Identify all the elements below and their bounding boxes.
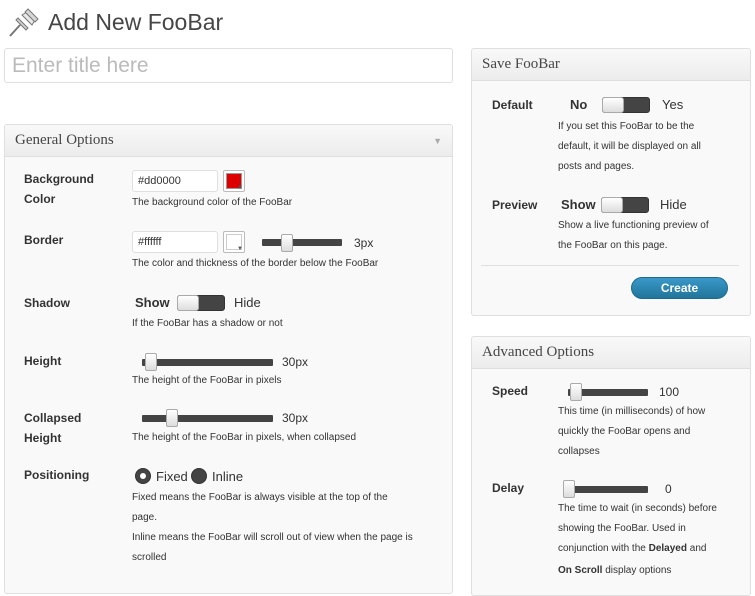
border-color-swatch[interactable]: ▼ [223, 231, 245, 253]
shadow-hide-option[interactable]: Hide [234, 293, 261, 313]
preview-hide-option[interactable]: Hide [660, 195, 687, 215]
height-desc: The height of the FooBar in pixels [132, 375, 282, 386]
shadow-toggle-track[interactable] [177, 295, 225, 311]
default-desc-2: default, it will be displayed on all [558, 141, 701, 152]
preview-desc-1: Show a live functioning preview of [558, 220, 709, 231]
delay-desc-3: conjunction with the Delayed and [558, 539, 706, 559]
positioning-desc-2: page. [132, 512, 158, 523]
preview-toggle[interactable]: Show Hide [561, 195, 701, 215]
save-foobar-box: Save FooBar [471, 48, 751, 316]
delay-desc-3-post: and [686, 543, 707, 554]
collapsed-height-desc: The height of the FooBar in pixels, when… [132, 432, 357, 443]
preview-label: Preview [492, 198, 538, 212]
save-box-divider [481, 265, 739, 266]
speed-slider-handle[interactable] [570, 383, 582, 401]
save-foobar-title: Save FooBar [482, 56, 560, 72]
speed-desc-1: This time (in milliseconds) of how [558, 406, 706, 417]
background-color-input[interactable]: #dd0000 [132, 170, 218, 192]
border-thickness-slider[interactable] [262, 239, 342, 246]
border-label: Border [24, 233, 64, 247]
default-toggle-track[interactable] [602, 97, 650, 113]
delay-desc-4: On Scroll display options [558, 561, 671, 581]
shadow-toggle-knob[interactable] [177, 295, 199, 311]
default-yes-option[interactable]: Yes [662, 95, 683, 115]
default-toggle[interactable]: No Yes [570, 95, 700, 115]
collapsed-height-handle[interactable] [166, 409, 178, 427]
collapsed-height-value: 30px [282, 411, 309, 425]
shadow-toggle[interactable]: Show Hide [135, 293, 265, 313]
swatch-caret-icon: ▼ [237, 185, 243, 191]
shadow-label: Shadow [24, 296, 71, 310]
pushpin-icon [9, 8, 39, 37]
create-button[interactable]: Create [631, 277, 728, 299]
preview-desc-2: the FooBar on this page. [558, 240, 668, 251]
positioning-desc-4: scrolled [132, 552, 167, 563]
background-color-label-2: Color [24, 192, 56, 206]
save-foobar-header[interactable]: Save FooBar [472, 49, 750, 81]
shadow-desc: If the FooBar has a shadow or not [132, 318, 283, 329]
delay-desc-2: showing the FooBar. Used in [558, 523, 686, 534]
advanced-options-header[interactable]: Advanced Options [472, 337, 750, 369]
speed-desc-2: quickly the FooBar opens and [558, 426, 691, 437]
speed-label: Speed [492, 384, 529, 398]
positioning-desc-1: Fixed means the FooBar is always visible… [132, 492, 388, 503]
default-no-option[interactable]: No [570, 95, 587, 115]
collapsed-height-label-1: Collapsed [24, 411, 82, 425]
page-title: Add New FooBar [48, 8, 224, 35]
delay-desc-3-pre: conjunction with the [558, 543, 649, 554]
title-input[interactable] [4, 48, 453, 83]
swatch-caret-icon: ▼ [237, 246, 243, 252]
height-slider-handle[interactable] [145, 353, 157, 371]
page-header: Add New FooBar [6, 4, 223, 40]
positioning-desc-3: Inline means the FooBar will scroll out … [132, 532, 413, 543]
default-desc-3: posts and pages. [558, 161, 635, 172]
background-color-label-1: Background [24, 172, 95, 186]
positioning-inline-label[interactable]: Inline [212, 468, 243, 486]
general-options-header[interactable]: General Options ▼ [5, 125, 452, 157]
collapsed-height-label-2: Height [24, 431, 62, 445]
delay-slider[interactable] [563, 486, 648, 493]
preview-toggle-knob[interactable] [601, 197, 623, 213]
background-color-swatch[interactable]: ▼ [223, 170, 245, 192]
delay-desc-4-bold: On Scroll [558, 565, 603, 576]
collapse-arrow-icon[interactable]: ▼ [433, 136, 442, 146]
background-color-desc: The background color of the FooBar [132, 197, 293, 208]
border-desc: The color and thickness of the border be… [132, 258, 379, 269]
border-color-input[interactable]: #ffffff [132, 231, 218, 253]
preview-toggle-track[interactable] [601, 197, 649, 213]
delay-value: 0 [665, 482, 672, 496]
default-label: Default [492, 98, 533, 112]
delay-desc-4-post: display options [602, 565, 672, 576]
height-label: Height [24, 354, 62, 368]
advanced-options-title: Advanced Options [482, 344, 595, 360]
preview-show-option[interactable]: Show [561, 195, 596, 215]
default-toggle-knob[interactable] [602, 97, 624, 113]
height-value: 30px [282, 355, 309, 369]
delay-slider-handle[interactable] [563, 480, 575, 498]
positioning-fixed-label[interactable]: Fixed [156, 468, 188, 486]
positioning-inline-radio[interactable] [191, 468, 207, 484]
general-options-title: General Options [15, 132, 114, 148]
speed-value: 100 [659, 385, 680, 399]
delay-desc-3-bold: Delayed [648, 543, 687, 554]
positioning-label: Positioning [24, 468, 90, 482]
collapsed-height-slider[interactable] [142, 415, 273, 422]
border-thickness-handle[interactable] [281, 234, 293, 252]
default-desc-1: If you set this FooBar to be the [558, 121, 695, 132]
delay-desc-1: The time to wait (in seconds) before [558, 503, 717, 514]
border-thickness-value: 3px [354, 236, 374, 250]
delay-label: Delay [492, 481, 525, 495]
positioning-fixed-radio[interactable] [135, 468, 151, 484]
speed-desc-3: collapses [558, 446, 600, 457]
height-slider[interactable] [142, 359, 273, 366]
shadow-show-option[interactable]: Show [135, 293, 170, 313]
